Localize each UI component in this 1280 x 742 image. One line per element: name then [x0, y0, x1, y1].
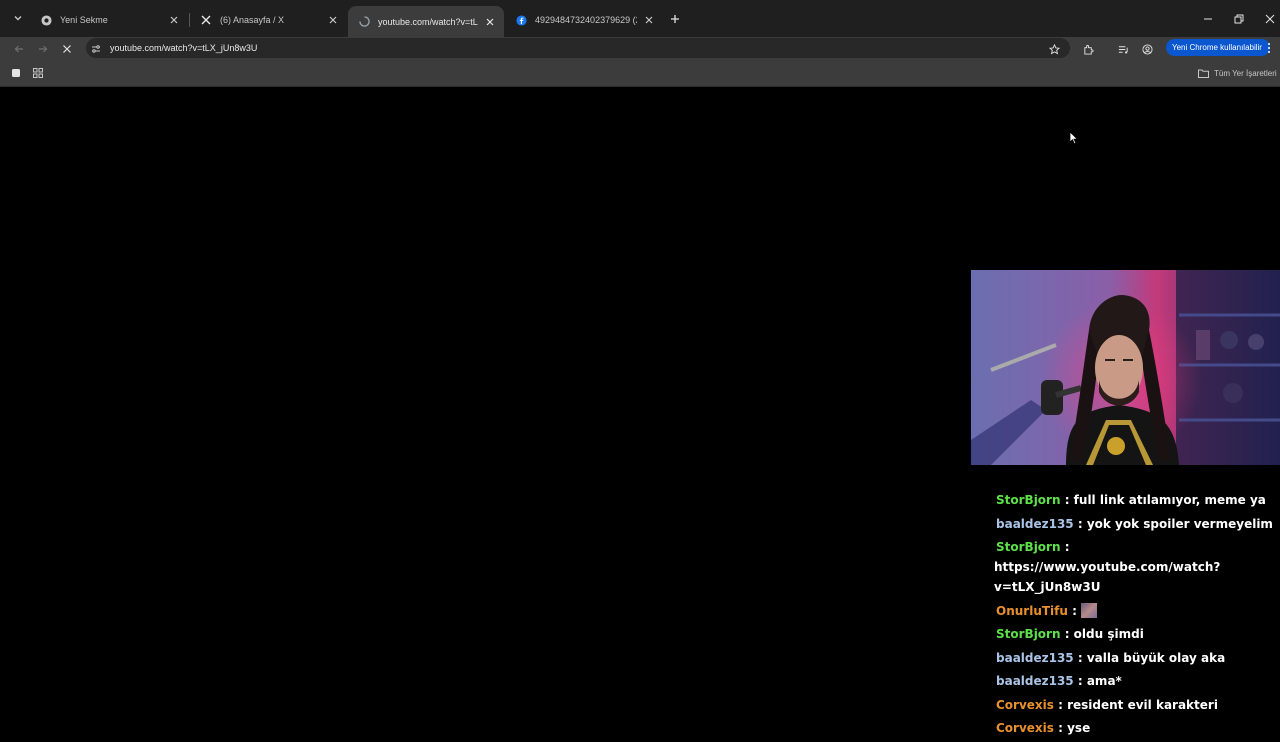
tab-new-tab[interactable]: Yeni Sekme	[30, 6, 188, 34]
tab-search-button[interactable]	[8, 8, 28, 28]
x-logo-icon	[199, 13, 213, 27]
chat-message: StorBjorn : oldu şimdi	[994, 624, 1280, 644]
plus-icon	[671, 15, 679, 23]
tab-x-home[interactable]: (6) Anasayfa / X	[190, 6, 347, 34]
loading-icon	[357, 15, 371, 29]
menu-icon[interactable]	[1264, 40, 1274, 56]
bookmark-star-icon[interactable]	[1045, 40, 1063, 58]
chevron-down-icon	[14, 16, 22, 21]
chat-message-text: : resident evil karakteri	[1058, 697, 1218, 712]
chrome-icon	[39, 13, 53, 27]
chat-message: StorBjorn : full link atılamıyor, meme y…	[994, 490, 1280, 510]
close-icon[interactable]	[325, 12, 341, 28]
chat-message-text: : oldu şimdi	[1064, 627, 1144, 641]
chat-username: StorBjorn	[996, 540, 1061, 554]
chat-message: Corvexis : resident evil karakteri	[994, 695, 1280, 715]
mouse-cursor-icon	[1069, 131, 1079, 150]
forward-button[interactable]	[34, 40, 52, 58]
tab-title: youtube.com/watch?v=tLX_jUn8	[378, 16, 478, 27]
chat-message: OnurluTifu :	[994, 601, 1280, 621]
chat-overlay: StorBjorn : full link atılamıyor, meme y…	[994, 490, 1280, 742]
chat-username: baaldez135	[996, 516, 1074, 531]
close-window-button[interactable]	[1261, 10, 1279, 28]
stop-loading-button[interactable]	[58, 40, 76, 58]
tab-facebook-image[interactable]: 4929484732402379629 (200×2	[505, 6, 663, 34]
restore-button[interactable]	[1230, 10, 1248, 28]
chat-username: Corvexis	[996, 721, 1054, 735]
stop-icon	[63, 45, 71, 53]
arrow-left-icon	[14, 45, 23, 53]
close-icon	[1265, 14, 1275, 24]
chat-message-text: : ama*	[1077, 674, 1122, 688]
close-icon[interactable]	[641, 12, 657, 28]
chat-username: baaldez135	[996, 650, 1074, 665]
all-bookmarks-button[interactable]: Tüm Yer İşaretleri	[1198, 66, 1277, 80]
chat-message-text: : yok yok spoiler vermeyelim	[1077, 516, 1273, 531]
chat-username: StorBjorn	[996, 493, 1061, 507]
site-info-icon[interactable]	[87, 40, 105, 58]
tab-icon[interactable]	[9, 66, 23, 80]
minimize-button[interactable]	[1199, 10, 1217, 28]
chat-username: baaldez135	[996, 674, 1074, 688]
tab-title: 4929484732402379629 (200×2	[535, 15, 637, 25]
folder-icon	[1198, 69, 1209, 78]
chat-message-text: : valla büyük olay aka	[1077, 650, 1226, 665]
url-text[interactable]: youtube.com/watch?v=tLX_jUn8w3U	[110, 43, 257, 53]
restore-icon	[1234, 14, 1244, 24]
minimize-icon	[1204, 18, 1212, 20]
chat-username: Corvexis	[996, 697, 1054, 712]
chat-message-text: : full link atılamıyor, meme ya	[1064, 493, 1266, 507]
all-bookmarks-label: Tüm Yer İşaretleri	[1214, 68, 1277, 78]
chat-message: baaldez135 : yok yok spoiler vermeyelim	[994, 514, 1280, 534]
chrome-update-label: Yeni Chrome kullanılabilir	[1172, 43, 1262, 52]
tab-youtube-active[interactable]: youtube.com/watch?v=tLX_jUn8	[348, 6, 504, 37]
bookmarks-bar	[0, 61, 1280, 87]
chat-message-text: :	[1072, 603, 1077, 618]
chat-emote-icon	[1081, 602, 1098, 618]
chrome-update-button[interactable]: Yeni Chrome kullanılabilir	[1166, 39, 1270, 56]
chat-username: OnurluTifu	[996, 603, 1068, 618]
new-tab-button[interactable]	[666, 10, 684, 28]
back-button[interactable]	[10, 40, 28, 58]
close-icon[interactable]	[482, 14, 498, 30]
chat-message: baaldez135 : ama*	[994, 671, 1280, 691]
media-controls-icon[interactable]	[1114, 40, 1132, 58]
apps-grid-icon[interactable]	[31, 66, 45, 80]
chat-message: Corvexis : yse	[994, 718, 1280, 738]
webcam-overlay	[971, 270, 1280, 465]
chat-username: StorBjorn	[996, 627, 1061, 641]
facebook-icon	[514, 13, 528, 27]
chat-message-text: : yse	[1058, 721, 1091, 735]
arrow-right-icon	[39, 45, 48, 53]
extensions-icon[interactable]	[1079, 40, 1097, 58]
chat-message: baaldez135 : valla büyük olay aka	[994, 648, 1280, 668]
profile-icon[interactable]	[1138, 40, 1156, 58]
chat-message: StorBjorn : https://www.youtube.com/watc…	[994, 537, 1280, 597]
tab-title: Yeni Sekme	[60, 15, 108, 25]
tab-title: (6) Anasayfa / X	[220, 15, 285, 25]
close-icon[interactable]	[166, 12, 182, 28]
